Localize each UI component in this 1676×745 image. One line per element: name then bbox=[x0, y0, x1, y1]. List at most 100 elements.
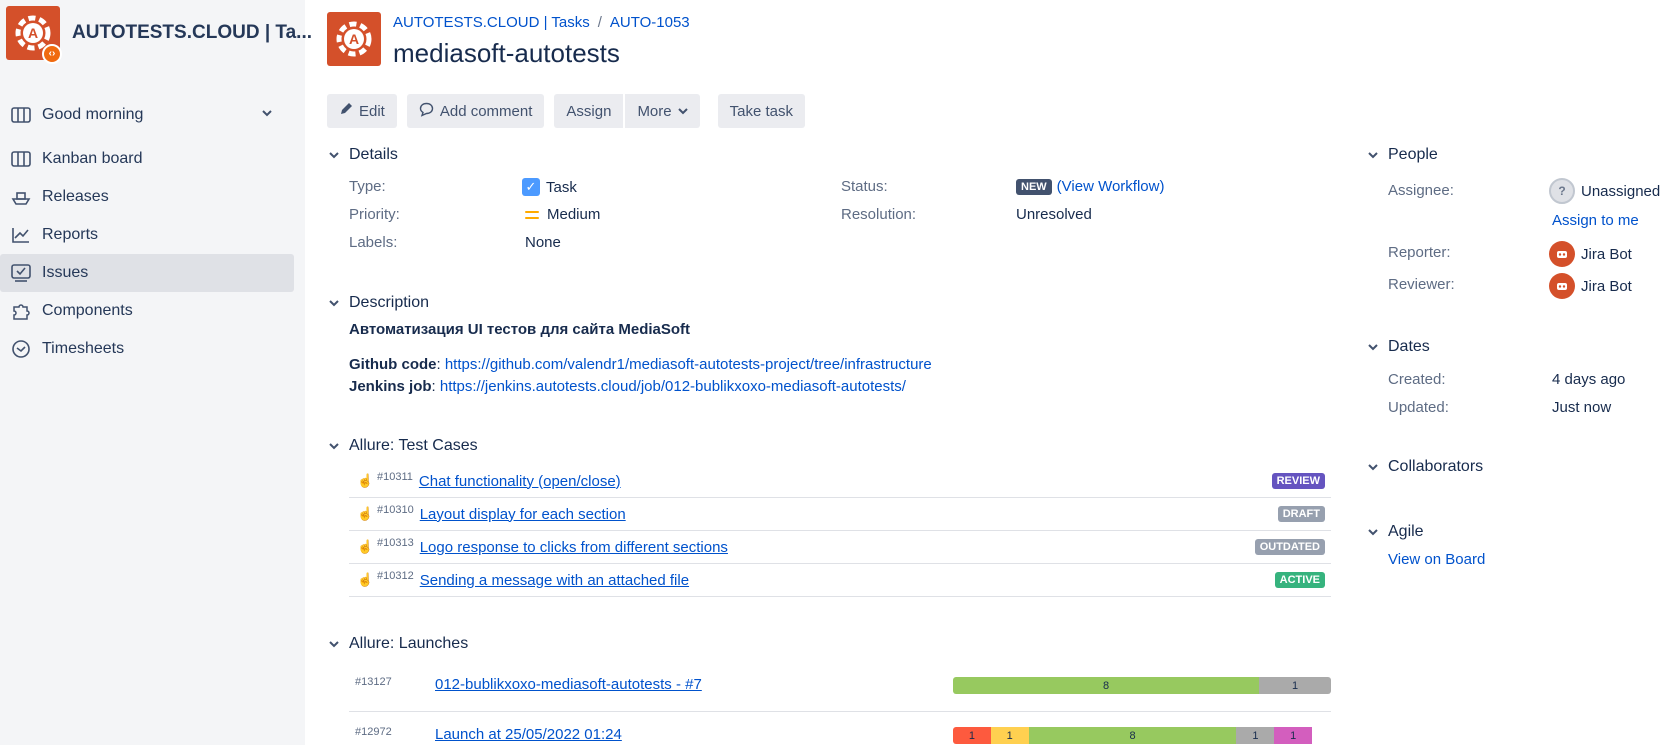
sidebar-item-issues[interactable]: Issues bbox=[0, 254, 294, 292]
status-label: Status: bbox=[841, 178, 888, 195]
launch-bar-segment: 1 bbox=[1274, 727, 1313, 744]
board-icon bbox=[10, 104, 32, 126]
test-case-id: #10311 bbox=[377, 471, 413, 483]
more-button[interactable]: More bbox=[625, 94, 700, 128]
section-title: Allure: Test Cases bbox=[349, 437, 478, 454]
created-label: Created: bbox=[1388, 371, 1446, 388]
chart-icon bbox=[10, 224, 32, 246]
svg-text:A: A bbox=[28, 25, 38, 41]
project-name[interactable]: AUTOTESTS.CLOUD | Ta... bbox=[72, 22, 312, 44]
test-case-link[interactable]: Chat functionality (open/close) bbox=[419, 473, 621, 490]
breadcrumb-project[interactable]: AUTOTESTS.CLOUD | Tasks bbox=[393, 14, 590, 31]
test-case-row: ☝ #10313 Logo response to clicks from di… bbox=[349, 531, 1331, 564]
sidebar: A ‹› AUTOTESTS.CLOUD | Ta... Good mornin… bbox=[0, 0, 312, 745]
breadcrumb-issue-key[interactable]: AUTO-1053 bbox=[610, 14, 690, 31]
status-badge: DRAFT bbox=[1277, 506, 1325, 522]
reviewer-value[interactable]: Jira Bot bbox=[1549, 273, 1632, 299]
jenkins-link[interactable]: https://jenkins.autotests.cloud/job/012-… bbox=[440, 378, 906, 395]
collaborators-section-toggle[interactable]: Collaborators bbox=[1366, 458, 1483, 476]
add-comment-button[interactable]: Add comment bbox=[406, 94, 545, 128]
launch-result-bar: 11811 bbox=[953, 727, 1331, 744]
jenkins-label: Jenkins job bbox=[349, 378, 432, 395]
dates-section-toggle[interactable]: Dates bbox=[1366, 338, 1430, 356]
take-task-button[interactable]: Take task bbox=[717, 94, 805, 128]
chevron-down-icon bbox=[327, 296, 341, 310]
test-case-id: #10312 bbox=[377, 570, 414, 582]
test-case-link[interactable]: Logo response to clicks from different s… bbox=[420, 539, 728, 556]
sidebar-item-label: Kanban board bbox=[42, 150, 143, 167]
people-section-toggle[interactable]: People bbox=[1366, 146, 1438, 164]
test-cases-section-toggle[interactable]: Allure: Test Cases bbox=[327, 437, 478, 455]
page-title[interactable]: mediasoft-autotests bbox=[393, 38, 620, 69]
chevron-down-icon bbox=[1366, 525, 1380, 539]
sidebar-item-kanban-board[interactable]: Kanban board bbox=[0, 140, 305, 178]
github-line: Github code: https://github.com/valendr1… bbox=[349, 356, 932, 373]
section-title: Agile bbox=[1388, 523, 1424, 540]
ship-icon bbox=[10, 186, 32, 208]
details-section-toggle[interactable]: Details bbox=[327, 146, 398, 164]
launch-bar-segment: 8 bbox=[1028, 727, 1237, 744]
view-workflow-link[interactable]: (View Workflow) bbox=[1057, 178, 1165, 195]
chevron-down-icon[interactable] bbox=[261, 106, 273, 124]
assignee-value: ? Unassigned bbox=[1549, 178, 1660, 204]
agile-section-toggle[interactable]: Agile bbox=[1366, 523, 1424, 541]
test-case-link[interactable]: Layout display for each section bbox=[420, 506, 626, 523]
assign-button[interactable]: Assign bbox=[554, 94, 624, 128]
sidebar-item-reports[interactable]: Reports bbox=[0, 216, 305, 254]
code-icon: ‹› bbox=[42, 44, 62, 64]
edit-button[interactable]: Edit bbox=[327, 94, 397, 128]
section-title: Dates bbox=[1388, 338, 1430, 355]
gear-a-logo-icon: A bbox=[336, 21, 372, 57]
sidebar-item-label: Issues bbox=[42, 264, 89, 281]
chevron-down-icon bbox=[327, 148, 341, 162]
assign-to-me-link[interactable]: Assign to me bbox=[1552, 212, 1639, 229]
type-label: Type: bbox=[349, 178, 386, 195]
sidebar-item-components[interactable]: Components bbox=[0, 292, 305, 330]
sidebar-item-good-morning[interactable]: Good morning bbox=[0, 96, 305, 134]
description-section-toggle[interactable]: Description bbox=[327, 294, 429, 312]
sidebar-item-label: Reports bbox=[42, 226, 99, 243]
kanban-icon bbox=[10, 148, 32, 170]
sidebar-item-releases[interactable]: Releases bbox=[0, 178, 305, 216]
test-case-link[interactable]: Sending a message with an attached file bbox=[420, 572, 689, 589]
launches-section-toggle[interactable]: Allure: Launches bbox=[327, 635, 468, 653]
reviewer-label: Reviewer: bbox=[1388, 276, 1455, 293]
reporter-value[interactable]: Jira Bot bbox=[1549, 241, 1632, 267]
test-case-id: #10313 bbox=[377, 537, 414, 549]
hand-icon: ☝ bbox=[357, 572, 374, 587]
assignee-name: Unassigned bbox=[1581, 182, 1661, 200]
project-header[interactable]: A ‹› AUTOTESTS.CLOUD | Ta... bbox=[6, 6, 312, 64]
priority-text: Medium bbox=[547, 206, 601, 223]
chevron-down-icon bbox=[1366, 340, 1380, 354]
add-comment-label: Add comment bbox=[439, 102, 533, 120]
take-task-label: Take task bbox=[729, 102, 793, 120]
updated-value: Just now bbox=[1552, 399, 1612, 416]
chevron-down-icon bbox=[1366, 148, 1380, 162]
chevron-down-icon bbox=[327, 439, 341, 453]
resolution-value: Unresolved bbox=[1016, 206, 1092, 223]
sidebar-item-timesheets[interactable]: Timesheets bbox=[0, 330, 305, 368]
section-title: Allure: Launches bbox=[349, 635, 469, 652]
hand-icon: ☝ bbox=[357, 506, 374, 521]
launch-link[interactable]: Launch at 25/05/2022 01:24 bbox=[435, 726, 622, 743]
assign-label: Assign bbox=[566, 102, 612, 120]
github-link[interactable]: https://github.com/valendr1/mediasoft-au… bbox=[445, 356, 932, 373]
project-avatar[interactable]: A bbox=[327, 12, 381, 66]
pencil-icon bbox=[339, 102, 353, 120]
launch-link[interactable]: 012-bublikxoxo-mediasoft-autotests - #7 bbox=[435, 676, 702, 693]
section-title: Collaborators bbox=[1388, 458, 1484, 475]
launch-bar-segment: 1 bbox=[953, 727, 991, 744]
sidebar-item-label: Timesheets bbox=[42, 340, 125, 357]
status-badge: ACTIVE bbox=[1274, 572, 1325, 588]
unassigned-avatar-icon: ? bbox=[1549, 178, 1575, 204]
priority-label: Priority: bbox=[349, 206, 400, 223]
puzzle-icon bbox=[10, 300, 32, 322]
status-badge: NEW bbox=[1016, 178, 1052, 195]
issues-icon bbox=[10, 262, 32, 284]
launch-bar-segment: 1 bbox=[1236, 727, 1275, 744]
status-badge: REVIEW bbox=[1271, 473, 1325, 489]
type-value: ✓ Task bbox=[522, 178, 577, 196]
view-on-board-link[interactable]: View on Board bbox=[1388, 551, 1485, 568]
divider bbox=[349, 711, 1331, 712]
status-value: NEW (View Workflow) bbox=[1016, 178, 1164, 195]
